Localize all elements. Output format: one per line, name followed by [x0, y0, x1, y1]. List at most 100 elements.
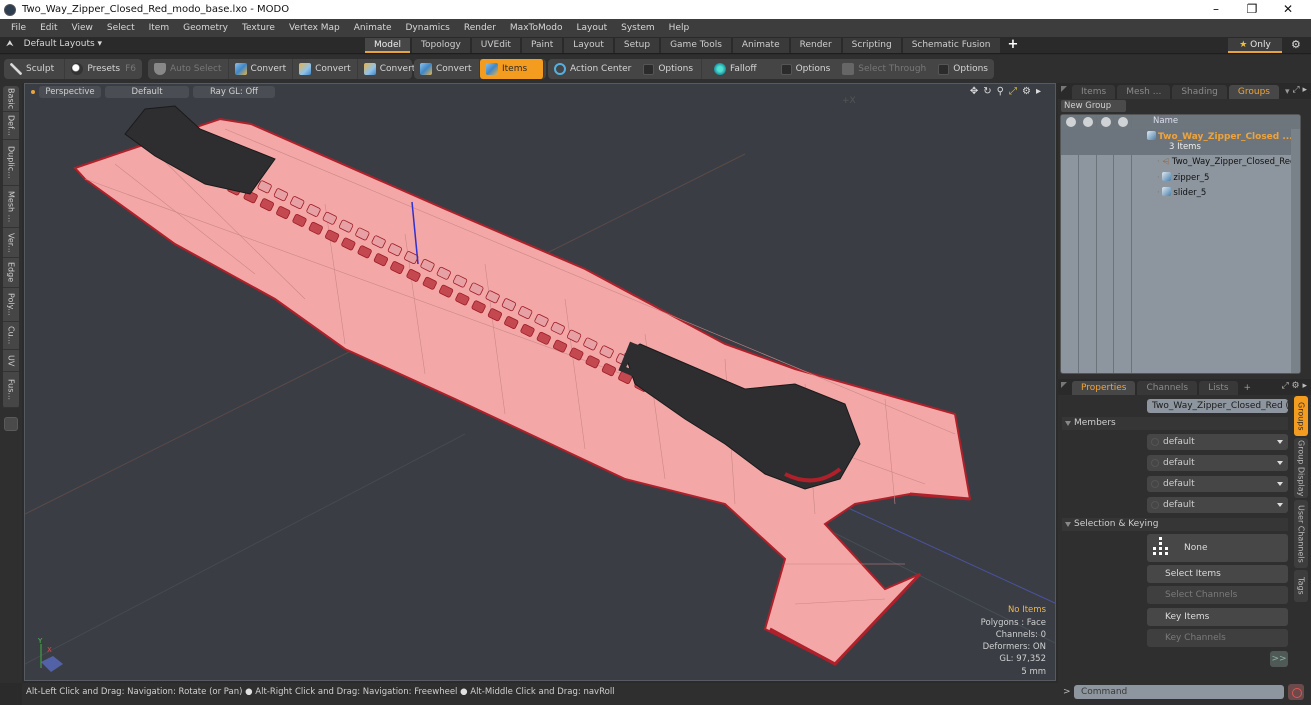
- group-row[interactable]: Two_Way_Zipper_Closed ... 3 Items: [1061, 129, 1300, 155]
- tab-mesh[interactable]: Mesh ...: [1117, 85, 1171, 99]
- viewport-gear-icon[interactable]: ⚙: [1022, 86, 1031, 97]
- tab-edge[interactable]: Edge: [3, 258, 19, 288]
- presets-button[interactable]: Presets F6: [65, 59, 142, 79]
- tab-model[interactable]: Model: [365, 38, 411, 53]
- visible-dropdown[interactable]: default: [1147, 434, 1288, 450]
- tab-animate[interactable]: Animate: [732, 38, 789, 53]
- options-checkbox[interactable]: [938, 63, 950, 75]
- tab-paint[interactable]: Paint: [521, 38, 563, 53]
- menu-item[interactable]: Item: [142, 23, 177, 33]
- action-center-options-button[interactable]: Options: [637, 59, 702, 79]
- tab-setup[interactable]: Setup: [614, 38, 660, 53]
- menu-animate[interactable]: Animate: [347, 23, 399, 33]
- tab-fusion[interactable]: Fus...: [3, 372, 19, 408]
- key-channels-button[interactable]: Key Channels: [1147, 629, 1288, 647]
- group-child-row[interactable]: · ⩤ Two_Way_Zipper_Closed_Red: [1061, 157, 1300, 171]
- convert-edges-button[interactable]: Convert: [293, 59, 358, 79]
- selection-mode-none-button[interactable]: None: [1147, 534, 1288, 562]
- group-child-row[interactable]: · zipper_5: [1061, 172, 1300, 186]
- locked-dropdown[interactable]: default: [1147, 497, 1288, 513]
- groups-scrollbar[interactable]: [1291, 129, 1300, 373]
- falloff-button[interactable]: Falloff: [708, 59, 763, 79]
- tab-groups[interactable]: Groups: [1228, 85, 1279, 99]
- menu-dynamics[interactable]: Dynamics: [398, 23, 456, 33]
- convert-polygons-button[interactable]: Convert: [358, 59, 422, 79]
- record-macro-button[interactable]: [1288, 684, 1304, 700]
- menu-help[interactable]: Help: [662, 23, 697, 33]
- lock-column-icon[interactable]: [1118, 117, 1128, 127]
- tab-uvedit[interactable]: UVEdit: [471, 38, 520, 53]
- items-mode-button[interactable]: Items: [480, 59, 544, 79]
- tab-mesh[interactable]: Mesh ...: [3, 186, 19, 228]
- tab-shading[interactable]: Shading: [1172, 85, 1227, 99]
- pan-icon[interactable]: ✥: [970, 86, 978, 97]
- command-input[interactable]: Command: [1074, 685, 1284, 699]
- tab-curve[interactable]: Cu...: [3, 322, 19, 350]
- side-tab-tags[interactable]: Tags: [1294, 570, 1308, 602]
- group-child-row[interactable]: · slider_5: [1061, 187, 1300, 201]
- selectable-dropdown[interactable]: default: [1147, 476, 1288, 492]
- tab-schematic-fusion[interactable]: Schematic Fusion: [902, 38, 1000, 53]
- render-column-icon[interactable]: [1083, 117, 1093, 127]
- tab-uv[interactable]: UV: [3, 350, 19, 372]
- group-name-input[interactable]: Two_Way_Zipper_Closed_Red (3: [1147, 399, 1288, 413]
- rotate-icon[interactable]: ↻: [983, 86, 991, 97]
- menu-file[interactable]: File: [4, 23, 33, 33]
- panel-expand-icon[interactable]: ⤢ ▸: [1292, 85, 1307, 95]
- members-section-header[interactable]: Members: [1062, 417, 1288, 430]
- add-layout-tab-button[interactable]: +: [1002, 38, 1025, 53]
- tab-duplicate[interactable]: Duplic...: [3, 140, 19, 186]
- viewport-expand-arrow-icon[interactable]: ▸: [1036, 86, 1041, 97]
- zoom-icon[interactable]: ⚲: [997, 86, 1004, 97]
- visibility-column-icon[interactable]: [1066, 117, 1076, 127]
- tool-tabs-toggle[interactable]: [4, 417, 18, 431]
- new-group-button[interactable]: New Group: [1061, 100, 1126, 112]
- convert-vertices-button[interactable]: Convert: [229, 59, 294, 79]
- auto-select-button[interactable]: Auto Select: [148, 59, 229, 79]
- menu-system[interactable]: System: [614, 23, 662, 33]
- key-items-button[interactable]: Key Items: [1147, 608, 1288, 626]
- maximize-icon[interactable]: ⤢: [1009, 86, 1017, 97]
- menu-texture[interactable]: Texture: [235, 23, 282, 33]
- select-items-button[interactable]: Select Items: [1147, 565, 1288, 583]
- options-checkbox[interactable]: [780, 63, 792, 75]
- tab-render[interactable]: Render: [790, 38, 841, 53]
- layout-settings-gear-icon[interactable]: ⚙: [1291, 38, 1301, 51]
- tab-layout[interactable]: Layout: [564, 38, 613, 53]
- shading-dropdown[interactable]: Default: [105, 86, 189, 98]
- select-column-icon[interactable]: [1101, 117, 1111, 127]
- 3d-viewport[interactable]: Perspective Default Ray GL: Off +X ✥ ↻ ⚲…: [24, 83, 1056, 681]
- menu-render[interactable]: Render: [457, 23, 503, 33]
- menu-select[interactable]: Select: [100, 23, 142, 33]
- panel-expand-icon[interactable]: ⤢ ⚙ ▸: [1281, 381, 1307, 391]
- tab-lists[interactable]: Lists: [1199, 381, 1238, 395]
- close-button[interactable]: ✕: [1270, 0, 1306, 19]
- tab-items[interactable]: Items: [1072, 85, 1116, 99]
- menu-layout[interactable]: Layout: [570, 23, 615, 33]
- panel-menu-icon[interactable]: [1061, 382, 1067, 388]
- menu-vertex-map[interactable]: Vertex Map: [282, 23, 347, 33]
- render-dropdown[interactable]: default: [1147, 455, 1288, 471]
- sculpt-button[interactable]: Sculpt: [4, 59, 66, 79]
- menu-geometry[interactable]: Geometry: [176, 23, 235, 33]
- tab-polygon[interactable]: Poly...: [3, 288, 19, 322]
- tab-game-tools[interactable]: Game Tools: [661, 38, 731, 53]
- tab-scripting[interactable]: Scripting: [842, 38, 901, 53]
- add-tab-button[interactable]: +: [1240, 381, 1256, 395]
- tab-basic[interactable]: Basic: [3, 86, 19, 112]
- tab-topology[interactable]: Topology: [412, 38, 470, 53]
- restore-button[interactable]: ❐: [1234, 0, 1270, 19]
- panel-menu-icon[interactable]: [1061, 86, 1067, 92]
- tab-vertex[interactable]: Ver...: [3, 228, 19, 258]
- falloff-options-button[interactable]: Options: [775, 59, 837, 79]
- select-channels-button[interactable]: Select Channels: [1147, 586, 1288, 604]
- view-mode-dropdown[interactable]: Perspective: [39, 86, 101, 98]
- viewport-options-dot[interactable]: [31, 90, 35, 94]
- side-tab-groups[interactable]: Groups: [1294, 396, 1308, 436]
- default-layouts-dropdown[interactable]: ⮝ Default Layouts ▾: [6, 39, 102, 49]
- more-options-button[interactable]: >>: [1270, 651, 1288, 667]
- tab-deform[interactable]: Def...: [3, 112, 19, 140]
- selection-keying-section-header[interactable]: Selection & Keying: [1062, 518, 1288, 531]
- side-tab-group-display[interactable]: Group Display: [1294, 438, 1308, 498]
- raygl-dropdown[interactable]: Ray GL: Off: [193, 86, 275, 98]
